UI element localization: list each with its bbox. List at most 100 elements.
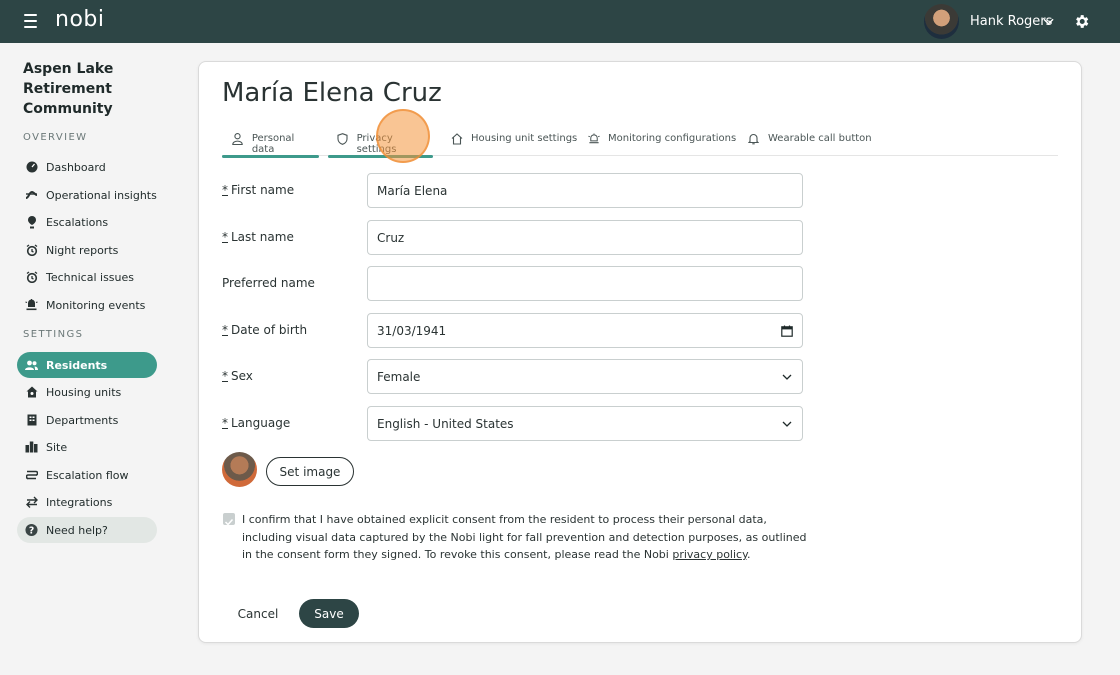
preferred-name-label: Preferred name — [222, 276, 315, 290]
save-button[interactable]: Save — [299, 599, 359, 628]
language-select[interactable]: English - United States — [367, 406, 803, 441]
escalation-pin-icon — [25, 215, 38, 229]
first-name-value: María Elena — [377, 183, 448, 198]
checkmark-icon — [224, 518, 234, 526]
sidebar-item-label: Need help? — [46, 523, 108, 537]
gear-icon[interactable] — [1073, 13, 1090, 30]
privacy-policy-link[interactable]: privacy policy — [672, 548, 747, 561]
help-icon: ? — [25, 523, 38, 537]
monitoring-icon — [588, 133, 600, 145]
house-icon — [25, 386, 38, 399]
required-marker: * — [222, 369, 228, 383]
tab-wearable-call-button[interactable]: Wearable call button — [748, 130, 872, 156]
sidebar-item-label: Escalation flow — [46, 468, 129, 482]
tab-label: Wearable call button — [768, 133, 872, 144]
sidebar-item-site[interactable]: Site — [17, 434, 157, 460]
first-name-label-text: First name — [231, 183, 295, 197]
sidebar-item-label: Operational insights — [46, 188, 157, 202]
flow-icon — [25, 469, 38, 482]
first-name-label: * First name — [222, 183, 294, 197]
required-marker: * — [222, 416, 228, 430]
sex-label: * Sex — [222, 369, 253, 383]
tab-label: Privacy settings — [356, 133, 397, 155]
sidebar-item-label: Departments — [46, 413, 119, 427]
sidebar-item-residents[interactable]: Residents — [17, 352, 157, 378]
date-of-birth-label: * Date of birth — [222, 323, 307, 337]
arrows-icon — [25, 496, 38, 509]
person-icon — [232, 133, 244, 145]
building-icon — [25, 414, 38, 427]
sidebar-item-integrations[interactable]: Integrations — [17, 489, 157, 515]
language-label: * Language — [222, 416, 290, 430]
required-marker: * — [222, 230, 228, 244]
date-of-birth-label-text: Date of birth — [231, 323, 308, 337]
sidebar-item-need-help[interactable]: ? Need help? — [17, 517, 157, 543]
monitoring-icon — [25, 299, 38, 312]
alarm-clock-icon — [25, 271, 38, 284]
consent-checkbox[interactable] — [223, 513, 235, 526]
language-label-text: Language — [231, 416, 291, 430]
sidebar-item-label: Integrations — [46, 495, 113, 509]
last-name-value: Cruz — [377, 230, 405, 245]
sidebar: Aspen Lake Retirement Community OVERVIEW… — [0, 43, 175, 675]
calendar-icon[interactable] — [781, 325, 793, 337]
tab-monitoring-configurations[interactable]: Monitoring configurations — [588, 130, 736, 156]
resident-avatar — [222, 452, 257, 487]
sex-value: Female — [377, 369, 421, 384]
dashboard-icon — [25, 161, 38, 174]
cancel-button[interactable]: Cancel — [229, 600, 287, 628]
user-name[interactable]: Hank Rogers — [970, 14, 1052, 29]
sidebar-item-label: Dashboard — [46, 160, 106, 174]
required-marker: * — [222, 183, 228, 197]
set-image-button[interactable]: Set image — [266, 457, 354, 486]
svg-text:?: ? — [29, 525, 34, 536]
sex-select[interactable]: Female — [367, 359, 803, 394]
hamburger-menu-icon[interactable] — [24, 14, 37, 28]
sidebar-item-label: Housing units — [46, 385, 122, 399]
tab-label: Personal data — [251, 133, 295, 155]
users-icon — [25, 359, 38, 372]
date-of-birth-field[interactable]: 31/03/1941 — [367, 313, 803, 348]
language-value: English - United States — [377, 416, 514, 431]
consent-text: I confirm that I have obtained explicit … — [242, 511, 812, 564]
sidebar-item-escalation-flow[interactable]: Escalation flow — [17, 462, 157, 488]
tab-housing-unit-settings[interactable]: Housing unit settings — [451, 130, 577, 156]
tab-personal-data[interactable]: Personal data — [222, 130, 319, 158]
bell-icon — [748, 133, 760, 145]
last-name-label: * Last name — [222, 230, 294, 244]
sex-label-text: Sex — [231, 369, 253, 383]
sidebar-item-label: Monitoring events — [46, 298, 146, 312]
sidebar-item-technical-issues[interactable]: Technical issues — [17, 264, 157, 290]
overview-section-label: OVERVIEW — [23, 132, 88, 143]
date-of-birth-value: 31/03/1941 — [377, 323, 447, 338]
tab-bar: Personal data Privacy settings Housing u… — [222, 130, 1058, 158]
chevron-down-icon — [782, 374, 792, 380]
sidebar-item-operational-insights[interactable]: Operational insights — [17, 182, 157, 208]
required-marker: * — [222, 323, 228, 337]
consent-end: . — [747, 548, 751, 561]
sidebar-item-label: Residents — [46, 358, 108, 372]
preferred-name-field[interactable] — [367, 266, 803, 301]
sidebar-item-monitoring-events[interactable]: Monitoring events — [17, 292, 157, 318]
user-avatar[interactable] — [924, 4, 959, 39]
first-name-field[interactable]: María Elena — [367, 173, 803, 208]
tab-privacy-settings[interactable]: Privacy settings — [328, 130, 433, 158]
sidebar-item-departments[interactable]: Departments — [17, 407, 157, 433]
chevron-down-icon[interactable] — [1043, 16, 1054, 27]
top-bar: nobi Hank Rogers — [0, 0, 1120, 43]
last-name-label-text: Last name — [231, 230, 294, 244]
sidebar-item-housing-units[interactable]: Housing units — [17, 379, 157, 405]
org-name: Aspen Lake Retirement Community — [23, 61, 114, 117]
sidebar-item-label: Site — [46, 440, 68, 454]
sidebar-item-label: Night reports — [46, 243, 119, 257]
sidebar-item-label: Technical issues — [46, 270, 134, 284]
sidebar-item-escalations[interactable]: Escalations — [17, 209, 157, 235]
sidebar-item-night-reports[interactable]: Night reports — [17, 237, 157, 263]
insights-icon — [25, 189, 38, 202]
nobi-logo[interactable]: nobi — [55, 7, 104, 32]
resident-form-card: María Elena Cruz Personal data Privacy s… — [198, 61, 1082, 643]
site-icon — [25, 441, 38, 454]
last-name-field[interactable]: Cruz — [367, 220, 803, 255]
sidebar-item-dashboard[interactable]: Dashboard — [17, 154, 157, 180]
alarm-clock-icon — [25, 244, 38, 257]
